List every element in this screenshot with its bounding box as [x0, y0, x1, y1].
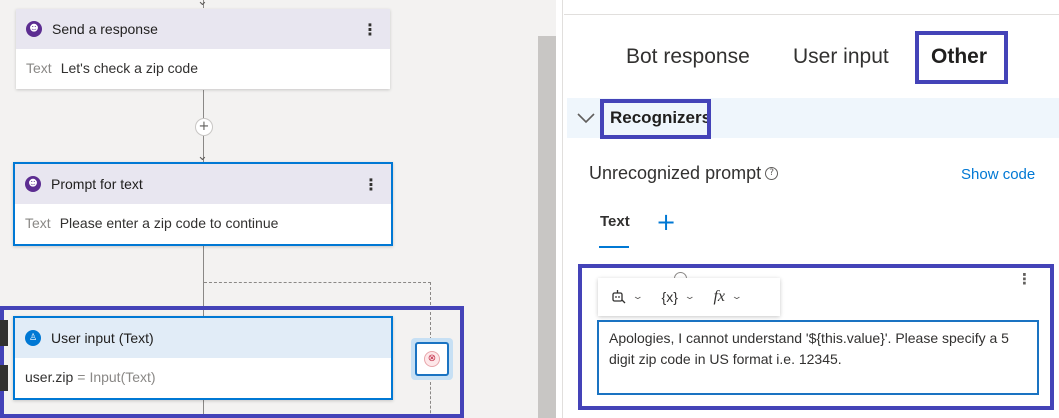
property-tabs: Bot response User input Other [564, 33, 1059, 81]
node-body: Text Let's check a zip code [16, 49, 390, 87]
node-header: ☻ Send a response ⋮ [16, 9, 390, 49]
user-input-node[interactable]: ♙ User input (Text) user.zip = Input(Tex… [13, 316, 393, 400]
unrecognized-prompt-label: Unrecognized prompt? [589, 163, 779, 184]
bot-icon: ☻ [26, 21, 42, 37]
response-editor: ⋮ ⌄ {x} ⌄ fx ⌄ Apologies, I cannot under… [578, 264, 1054, 410]
editor-toolbar: ⌄ {x} ⌄ fx ⌄ [598, 278, 780, 316]
node-title: Prompt for text [51, 176, 143, 192]
tab-user-input[interactable]: User input [793, 33, 889, 81]
node-body-value: Input(Text) [89, 369, 156, 385]
property-pane: Bot response User input Other Recognizer… [564, 0, 1059, 418]
chevron-down-icon: ⌄ [631, 292, 644, 302]
chevron-down-icon: ⌄ [730, 292, 743, 302]
chevron-down-icon[interactable] [577, 109, 595, 127]
error-icon: ⊗ [424, 351, 440, 367]
more-options-icon[interactable]: ⋮ [361, 175, 381, 194]
bot-template-icon [612, 290, 626, 304]
node-body-equals: = [77, 369, 86, 385]
add-node-button[interactable]: + [195, 118, 213, 136]
unrecognized-branch-button[interactable]: ⊗ [411, 338, 453, 380]
retry-loop-line [430, 382, 431, 418]
node-body-label: Text [25, 215, 51, 231]
prompt-for-text-node[interactable]: ☻ Prompt for text ⋮ Text Please enter a … [13, 162, 393, 246]
left-edge-marker [0, 320, 8, 346]
more-options-icon[interactable]: ⋮ [360, 20, 380, 39]
show-code-link[interactable]: Show code [961, 166, 1035, 183]
pane-top-border [564, 14, 1059, 15]
insert-variable-button[interactable]: {x} ⌄ [661, 289, 696, 305]
send-response-node[interactable]: ☻ Send a response ⋮ Text Let's check a z… [16, 9, 390, 89]
insert-function-button[interactable]: fx ⌄ [713, 288, 743, 306]
node-body-value: Please enter a zip code to continue [59, 215, 279, 231]
chevron-down-icon: ⌄ [683, 292, 696, 302]
node-body: Text Please enter a zip code to continue [15, 204, 391, 242]
help-icon[interactable]: ? [765, 167, 779, 180]
subtab-active-indicator [599, 246, 629, 248]
canvas-scrollbar-thumb[interactable] [538, 36, 556, 418]
node-body-variable: user.zip [25, 369, 74, 385]
node-body: user.zip = Input(Text) [15, 358, 391, 396]
arrow-down-icon: ⌄ [197, 0, 208, 9]
tab-bot-response[interactable]: Bot response [626, 33, 750, 81]
node-title: User input (Text) [51, 330, 154, 346]
node-header: ☻ Prompt for text ⋮ [15, 164, 391, 204]
recognizers-section-header[interactable]: Recognizers [567, 98, 1059, 138]
node-title: Send a response [52, 21, 158, 37]
section-title: Recognizers [610, 108, 712, 127]
unrecognized-prompt-input[interactable]: Apologies, I cannot understand '${this.v… [597, 320, 1039, 395]
left-edge-marker [0, 365, 8, 391]
function-icon: fx [713, 288, 725, 305]
retry-loop-line [430, 282, 431, 340]
template-menu-button[interactable]: ⌄ [610, 289, 644, 305]
tab-other[interactable]: Other [931, 33, 987, 81]
authoring-canvas[interactable]: ⌄ + ⌄ ☻ Send a response ⋮ Text Let's che… [0, 0, 538, 418]
node-body-value: Let's check a zip code [60, 60, 198, 76]
bot-icon: ☻ [25, 176, 41, 192]
connector-line [203, 246, 204, 316]
node-body-label: Text [26, 60, 52, 76]
property-label-text: Unrecognized prompt [589, 163, 762, 183]
node-header: ♙ User input (Text) [15, 318, 391, 358]
user-icon: ♙ [25, 330, 41, 346]
more-options-icon[interactable]: ⋮ [1017, 270, 1032, 288]
add-subtab-button[interactable]: + [656, 208, 676, 236]
pane-divider[interactable] [556, 0, 563, 418]
subtab-text[interactable]: Text [600, 213, 630, 230]
error-branch-frame: ⊗ [415, 342, 449, 376]
variable-icon: {x} [661, 289, 678, 305]
retry-loop-line [204, 282, 431, 283]
connector-line [203, 400, 204, 418]
